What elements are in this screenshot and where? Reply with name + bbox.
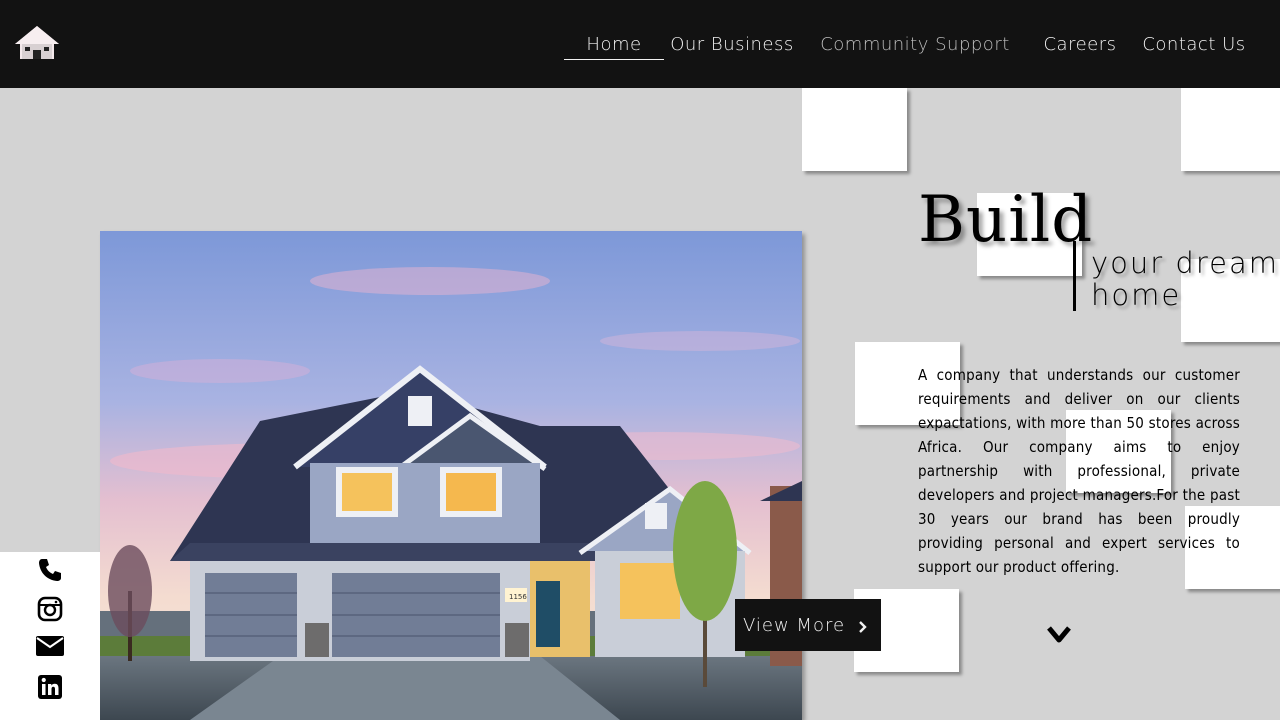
decor-square (802, 88, 907, 171)
chevron-right-icon (858, 618, 867, 639)
instagram-icon[interactable] (37, 596, 63, 622)
mail-icon[interactable] (36, 633, 64, 659)
decor-square (1181, 88, 1280, 171)
nav-community-support[interactable]: Community Support (818, 30, 1012, 60)
view-more-button[interactable]: View More (735, 599, 881, 651)
top-navbar: Home Our Business Community Support Care… (0, 0, 1280, 88)
hero-subtitle: your dream home (1091, 247, 1280, 311)
hero-subtitle-line2: home (1091, 278, 1182, 312)
linkedin-icon[interactable] (37, 674, 63, 700)
scroll-down-chevron-icon[interactable] (1046, 624, 1072, 646)
house-number-plate: 1156 (509, 593, 527, 601)
social-sidebar (0, 552, 100, 720)
house-logo-icon[interactable] (14, 24, 60, 60)
phone-icon[interactable] (37, 557, 63, 583)
nav-home[interactable]: Home (564, 30, 664, 60)
hero-description: A company that understands our customer … (918, 366, 1240, 576)
hero-house-image: 1156 (100, 231, 802, 720)
nav-careers[interactable]: Careers (1040, 30, 1120, 60)
title-divider (1073, 241, 1076, 311)
hero-title: Build (918, 183, 1094, 257)
nav-our-business[interactable]: Our Business (668, 30, 796, 60)
hero-subtitle-line1: your dream (1091, 246, 1279, 280)
view-more-label: View More (743, 614, 846, 636)
nav-contact-us[interactable]: Contact Us (1138, 30, 1250, 60)
